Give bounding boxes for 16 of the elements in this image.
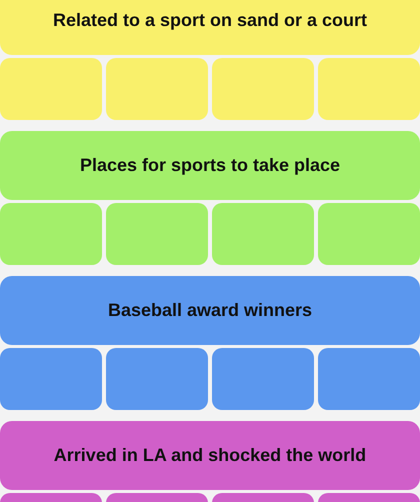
category-banner: Places for sports to take place <box>0 131 420 200</box>
word-tile[interactable] <box>106 58 208 120</box>
word-tile[interactable] <box>318 58 420 120</box>
word-tile[interactable] <box>212 58 314 120</box>
word-tile[interactable] <box>212 203 314 265</box>
word-tile[interactable] <box>0 203 102 265</box>
word-tile[interactable] <box>0 58 102 120</box>
category-banner: Baseball award winners <box>0 276 420 345</box>
word-tile[interactable] <box>212 348 314 410</box>
word-tile[interactable] <box>318 348 420 410</box>
category-banner: Arrived in LA and shocked the world <box>0 421 420 490</box>
word-tile[interactable] <box>106 348 208 410</box>
word-tile[interactable] <box>0 348 102 410</box>
word-tile[interactable] <box>106 203 208 265</box>
category-banner: Related to a sport on sand or a court <box>0 0 420 55</box>
word-tile[interactable] <box>318 203 420 265</box>
